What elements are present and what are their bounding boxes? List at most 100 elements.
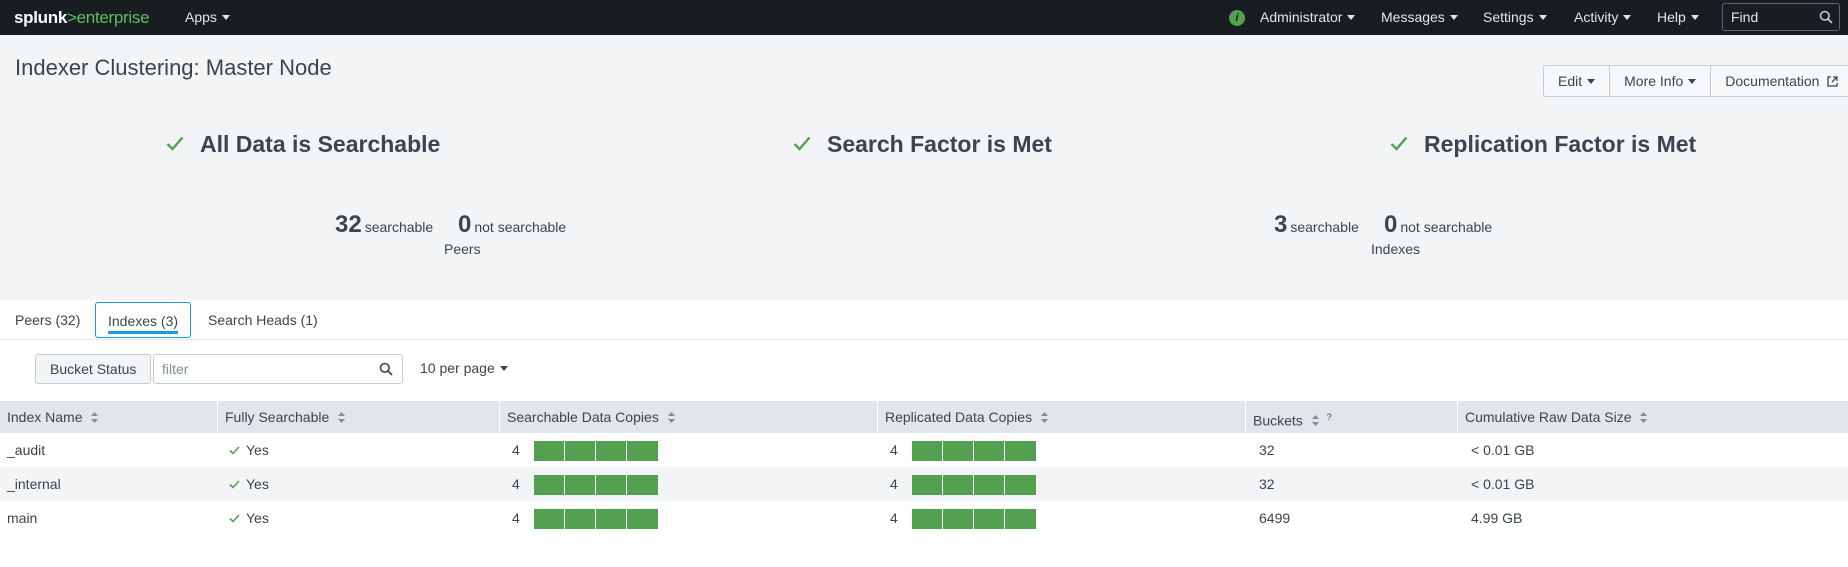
chevron-down-icon xyxy=(1690,14,1699,20)
replication-factor-status: Replication Factor is Met xyxy=(1390,131,1696,158)
page-title: Indexer Clustering: Master Node xyxy=(15,55,332,80)
replicated-copies-bar xyxy=(912,441,1036,461)
column-header-label: Cumulative Raw Data Size xyxy=(1465,409,1632,425)
index-name-cell[interactable]: main xyxy=(7,501,37,535)
raw-data-size-cell: 4.99 GB xyxy=(1471,510,1523,526)
fully-searchable-cell: Yes xyxy=(229,501,269,535)
indexes-not-searchable-count: 0 xyxy=(1384,211,1398,238)
table-controls: Bucket Status 10 per page xyxy=(0,340,1848,400)
per-page-dropdown[interactable]: 10 per page xyxy=(420,360,508,376)
bucket-status-button[interactable]: Bucket Status xyxy=(35,354,152,384)
fully-searchable-cell: Yes xyxy=(229,467,269,501)
fully-searchable-value: Yes xyxy=(246,476,269,492)
indexes-not-searchable-stat: 0 not searchable xyxy=(1384,211,1492,239)
top-nav-bar: splunk>enterprise Apps i Administrator M… xyxy=(0,0,1848,35)
column-header-fully-searchable[interactable]: Fully Searchable xyxy=(218,401,500,433)
tab-indexes[interactable]: Indexes (3) xyxy=(95,302,192,338)
documentation-button[interactable]: Documentation xyxy=(1711,66,1848,96)
settings-menu[interactable]: Settings xyxy=(1483,9,1547,25)
indexes-caption: Indexes xyxy=(1371,241,1421,257)
searchable-copies-count: 4 xyxy=(512,510,520,526)
copy-segment xyxy=(912,441,943,461)
filter-box xyxy=(153,354,403,384)
table-row: main Yes 4 4 6499 4.99 GB xyxy=(0,501,1848,535)
messages-menu-label: Messages xyxy=(1381,9,1445,25)
sort-icon xyxy=(1640,411,1648,423)
user-menu-label: Administrator xyxy=(1260,9,1343,25)
copy-segment xyxy=(627,441,658,461)
more-info-button[interactable]: More Info xyxy=(1610,66,1712,96)
searchable-copies-bar xyxy=(534,475,658,495)
peers-not-searchable-label: not searchable xyxy=(474,219,567,235)
copy-segment xyxy=(1005,509,1036,529)
tab-peers[interactable]: Peers (32) xyxy=(15,302,80,338)
index-name-cell[interactable]: _internal xyxy=(7,467,61,501)
sort-icon xyxy=(91,411,99,423)
find-input[interactable] xyxy=(1723,4,1815,30)
table-header: Index Name Fully Searchable Searchable D… xyxy=(0,401,1848,433)
copy-segment xyxy=(912,509,943,529)
searchable-copies-count: 4 xyxy=(512,476,520,492)
peers-not-searchable-stat: 0 not searchable xyxy=(458,211,566,239)
status-label: All Data is Searchable xyxy=(200,131,441,157)
peers-caption: Peers xyxy=(444,241,481,257)
copy-segment xyxy=(1005,475,1036,495)
status-label: Replication Factor is Met xyxy=(1424,131,1697,157)
check-icon xyxy=(793,137,811,152)
copy-segment xyxy=(596,509,627,529)
health-status-icon[interactable]: i xyxy=(1229,10,1245,26)
column-header-replicated-data-copies[interactable]: Replicated Data Copies xyxy=(878,401,1246,433)
fully-searchable-cell: Yes xyxy=(229,433,269,467)
search-icon[interactable] xyxy=(1819,10,1833,24)
buckets-cell: 6499 xyxy=(1259,510,1291,526)
chevron-down-icon xyxy=(1538,14,1547,20)
apps-menu[interactable]: Apps xyxy=(185,9,230,25)
fully-searchable-value: Yes xyxy=(246,442,269,458)
activity-menu[interactable]: Activity xyxy=(1574,9,1632,25)
status-label: Search Factor is Met xyxy=(827,131,1052,157)
copy-segment xyxy=(943,509,974,529)
searchable-copies-bar xyxy=(534,441,658,461)
searchable-copies-count: 4 xyxy=(512,442,520,458)
copy-segment xyxy=(596,475,627,495)
logo-splunk-text: splunk xyxy=(14,8,67,27)
copy-segment xyxy=(943,475,974,495)
copy-segment xyxy=(974,509,1005,529)
edit-button[interactable]: Edit xyxy=(1544,66,1611,96)
filter-input[interactable] xyxy=(154,355,369,383)
raw-data-size-cell: < 0.01 GB xyxy=(1471,476,1535,492)
column-header-searchable-data-copies[interactable]: Searchable Data Copies xyxy=(500,401,878,433)
all-data-searchable-status: All Data is Searchable xyxy=(166,131,440,158)
buckets-cell: 32 xyxy=(1259,476,1275,492)
buckets-help-icon[interactable]: ? xyxy=(1327,412,1332,422)
activity-menu-label: Activity xyxy=(1574,9,1619,25)
column-header-buckets[interactable]: Buckets ? xyxy=(1246,401,1458,433)
index-name-cell[interactable]: _audit xyxy=(7,433,45,467)
check-icon xyxy=(229,446,240,455)
column-header-index-name[interactable]: Index Name xyxy=(0,401,218,433)
chevron-down-icon xyxy=(1688,78,1697,84)
copy-segment xyxy=(565,509,596,529)
splunk-enterprise-logo[interactable]: splunk>enterprise xyxy=(14,8,150,28)
replicated-copies-count: 4 xyxy=(890,476,898,492)
user-menu[interactable]: Administrator xyxy=(1260,9,1356,25)
logo-enterprise-text: enterprise xyxy=(76,8,150,27)
per-page-label: 10 per page xyxy=(420,360,495,376)
check-icon xyxy=(229,480,240,489)
table-row: _internal Yes 4 4 32 < 0.01 GB xyxy=(0,467,1848,501)
copy-segment xyxy=(627,475,658,495)
copy-segment xyxy=(912,475,943,495)
tab-search-heads[interactable]: Search Heads (1) xyxy=(208,302,318,338)
search-icon[interactable] xyxy=(379,362,393,376)
column-header-raw-data-size[interactable]: Cumulative Raw Data Size xyxy=(1458,401,1848,433)
help-menu[interactable]: Help xyxy=(1657,9,1699,25)
indexes-not-searchable-label: not searchable xyxy=(1400,219,1493,235)
copy-segment xyxy=(534,509,565,529)
column-header-label: Index Name xyxy=(7,409,83,425)
page-actions-button-group: Edit More Info Documentation xyxy=(1543,65,1848,97)
replicated-copies-bar xyxy=(912,509,1036,529)
chevron-down-icon xyxy=(1623,14,1632,20)
messages-menu[interactable]: Messages xyxy=(1381,9,1458,25)
sort-icon xyxy=(1040,411,1048,423)
external-link-icon xyxy=(1827,76,1838,87)
